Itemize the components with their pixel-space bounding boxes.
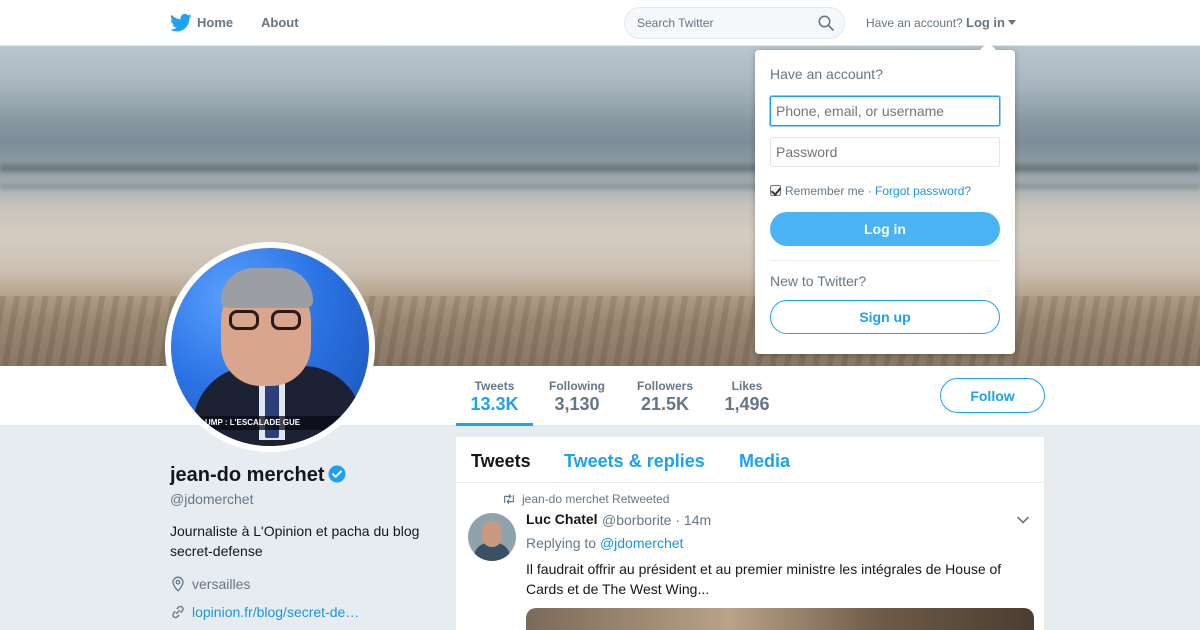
follow-button[interactable]: Follow — [940, 378, 1045, 413]
stat-label: Followers — [636, 379, 693, 393]
login-button[interactable]: Log in — [770, 212, 1000, 246]
search-icon[interactable] — [818, 15, 834, 31]
login-dropdown-toggle[interactable]: Log in — [966, 15, 1016, 30]
stat-value: 3,130 — [554, 394, 600, 414]
retweet-icon — [504, 494, 514, 504]
profile-link-text: lopinion.fr/blog/secret-de… — [192, 604, 360, 620]
remember-me-checkbox[interactable] — [770, 185, 781, 196]
stat-value: 1,496 — [724, 394, 770, 414]
new-to-twitter-text: New to Twitter? — [770, 273, 867, 289]
tweet-time[interactable]: · 14m — [675, 512, 711, 528]
search-box[interactable]: Search Twitter — [624, 7, 845, 39]
top-nav: Home About Search Twitter Have an accoun… — [0, 0, 1200, 46]
stat-followers[interactable]: Followers 21.5K — [630, 366, 700, 426]
forgot-password-link[interactable]: Forgot password? — [875, 184, 971, 198]
replying-to-handle[interactable]: @jdomerchet — [600, 535, 683, 551]
tweet-author-handle[interactable]: @borborite · 14m — [602, 512, 711, 528]
nav-home-link[interactable]: Home — [197, 15, 233, 30]
tweet-handle-text: @borborite — [602, 512, 672, 528]
location-pin-icon — [172, 576, 184, 592]
profile-link[interactable]: lopinion.fr/blog/secret-de… — [170, 604, 359, 620]
retweet-context-text: jean-do merchet Retweeted — [522, 492, 670, 506]
tweet-author-name[interactable]: Luc Chatel — [526, 511, 598, 527]
tweet-item[interactable]: jean-do merchet Retweeted Luc Chatel @bo… — [456, 437, 1044, 630]
profile-name[interactable]: jean-do merchet — [170, 464, 346, 487]
profile-avatar[interactable]: UMP : L'ESCALADE GUE — [165, 242, 375, 452]
avatar-figure-hair — [221, 268, 313, 308]
profile-handle[interactable]: @jdomerchet — [170, 491, 253, 507]
avatar-figure-glasses — [229, 310, 259, 330]
login-dropdown: Have an account? Remember me · Forgot pa… — [755, 50, 1015, 354]
stat-label: Tweets — [474, 379, 515, 393]
stat-following[interactable]: Following 3,130 — [542, 366, 612, 426]
profile-bio: Journaliste à L'Opinion et pacha du blog… — [170, 523, 420, 559]
nav-about-link[interactable]: About — [261, 15, 299, 30]
tweet-avatar-figure-face — [482, 521, 502, 547]
login-toggle-label: Log in — [966, 15, 1005, 30]
stat-label: Following — [549, 379, 605, 393]
stat-tweets[interactable]: Tweets 13.3K — [456, 366, 533, 426]
password-input[interactable] — [770, 137, 1000, 167]
tweet-author-avatar[interactable] — [468, 513, 516, 561]
stat-value: 21.5K — [640, 394, 690, 414]
twitter-bird-icon[interactable] — [170, 13, 192, 33]
stat-value: 13.3K — [470, 394, 519, 414]
have-account-text: Have an account? — [866, 16, 963, 30]
replying-to-label: Replying to — [526, 535, 597, 551]
avatar-photo: UMP : L'ESCALADE GUE — [171, 248, 369, 446]
caret-down-icon — [1008, 20, 1016, 25]
stat-label: Likes — [731, 379, 763, 393]
tweet-media-image[interactable] — [526, 608, 1034, 630]
header-photo-wave — [0, 184, 1200, 189]
profile-location-text: versailles — [192, 576, 251, 592]
profile-location: versailles — [170, 576, 250, 592]
link-icon — [172, 605, 184, 619]
dropdown-divider — [770, 260, 1000, 261]
verified-badge-icon — [328, 465, 346, 483]
avatar-figure-glasses — [271, 310, 301, 330]
stat-likes[interactable]: Likes 1,496 — [718, 366, 776, 426]
remember-separator: · — [867, 184, 872, 198]
login-dropdown-title: Have an account? — [770, 66, 883, 82]
avatar-tv-banner: UMP : L'ESCALADE GUE — [171, 416, 369, 430]
remember-me-label[interactable]: Remember me — [785, 184, 864, 198]
dropdown-caret — [980, 42, 996, 50]
signup-button[interactable]: Sign up — [770, 300, 1000, 334]
search-input[interactable]: Search Twitter — [637, 16, 713, 30]
profile-name-text: jean-do merchet — [170, 464, 325, 486]
chevron-down-icon[interactable] — [1016, 513, 1030, 527]
header-photo-wave — [0, 164, 1200, 172]
tweet-text: Il faudrait offrir au président et au pr… — [526, 561, 1002, 597]
retweet-context: jean-do merchet Retweeted — [502, 492, 669, 506]
replying-to: Replying to @jdomerchet — [526, 535, 683, 551]
username-input[interactable] — [770, 96, 1000, 126]
remember-me-row: Remember me · Forgot password? — [770, 184, 971, 198]
